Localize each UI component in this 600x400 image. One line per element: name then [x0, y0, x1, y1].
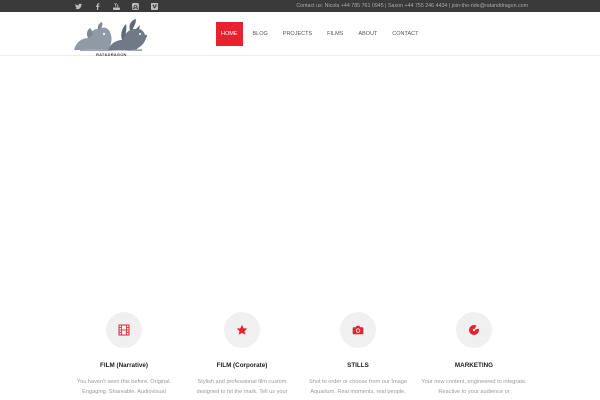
top-bar: Contact us: Nicola +44 785 761 0945 | Sa… — [0, 0, 600, 12]
service-title: MARKETING — [454, 362, 494, 369]
site-header: RAT&DRAGON HOME BLOG PROJECTS FILMS ABOU… — [0, 12, 600, 58]
instagram-icon[interactable] — [131, 2, 139, 10]
target-icon — [469, 325, 479, 335]
site-logo[interactable]: RAT&DRAGON — [70, 16, 150, 58]
nav-item-about[interactable]: ABOUT — [353, 22, 382, 46]
service-title: STILLS — [347, 362, 369, 369]
services-section: FILM (Narrative) You haven't seen this b… — [0, 312, 600, 400]
service-film-corporate: FILM (Corporate) Stylish and professiona… — [182, 312, 302, 397]
service-description: Stylish and professional film custom des… — [196, 379, 288, 395]
service-stills: STILLS Shot to order or choose from our … — [298, 312, 418, 397]
nav-item-home[interactable]: HOME — [216, 22, 243, 46]
star-icon — [236, 324, 248, 335]
service-marketing: MARKETING Your new content, engineered t… — [414, 312, 534, 397]
vimeo-icon[interactable] — [150, 2, 158, 10]
service-icon-circle — [224, 312, 260, 348]
film-icon — [118, 324, 130, 336]
contact-info: Contact us: Nicola +44 785 761 0945 | Sa… — [296, 3, 528, 9]
hero-area — [0, 57, 600, 287]
nav-item-blog[interactable]: BLOG — [248, 22, 273, 46]
youtube-icon[interactable] — [112, 2, 120, 10]
service-icon-circle — [106, 312, 142, 348]
service-description: Your new content, engineered to integrat… — [421, 379, 527, 395]
camera-icon — [352, 325, 364, 335]
service-film-narrative: FILM (Narrative) You haven't seen this b… — [64, 312, 184, 397]
service-title: FILM (Corporate) — [216, 362, 268, 369]
service-description: Shot to order or choose from our Image A… — [309, 379, 407, 395]
nav-item-films[interactable]: FILMS — [322, 22, 348, 46]
twitter-icon[interactable] — [74, 2, 82, 10]
service-icon-circle — [340, 312, 376, 348]
facebook-icon[interactable] — [93, 2, 101, 10]
main-nav: HOME BLOG PROJECTS FILMS ABOUT CONTACT — [216, 22, 428, 46]
service-description: You haven't seen this before. Original. … — [76, 379, 172, 395]
social-links — [74, 0, 158, 12]
service-icon-circle — [456, 312, 492, 348]
service-title: FILM (Narrative) — [100, 362, 148, 369]
nav-item-contact[interactable]: CONTACT — [387, 22, 423, 46]
nav-item-projects[interactable]: PROJECTS — [278, 22, 317, 46]
